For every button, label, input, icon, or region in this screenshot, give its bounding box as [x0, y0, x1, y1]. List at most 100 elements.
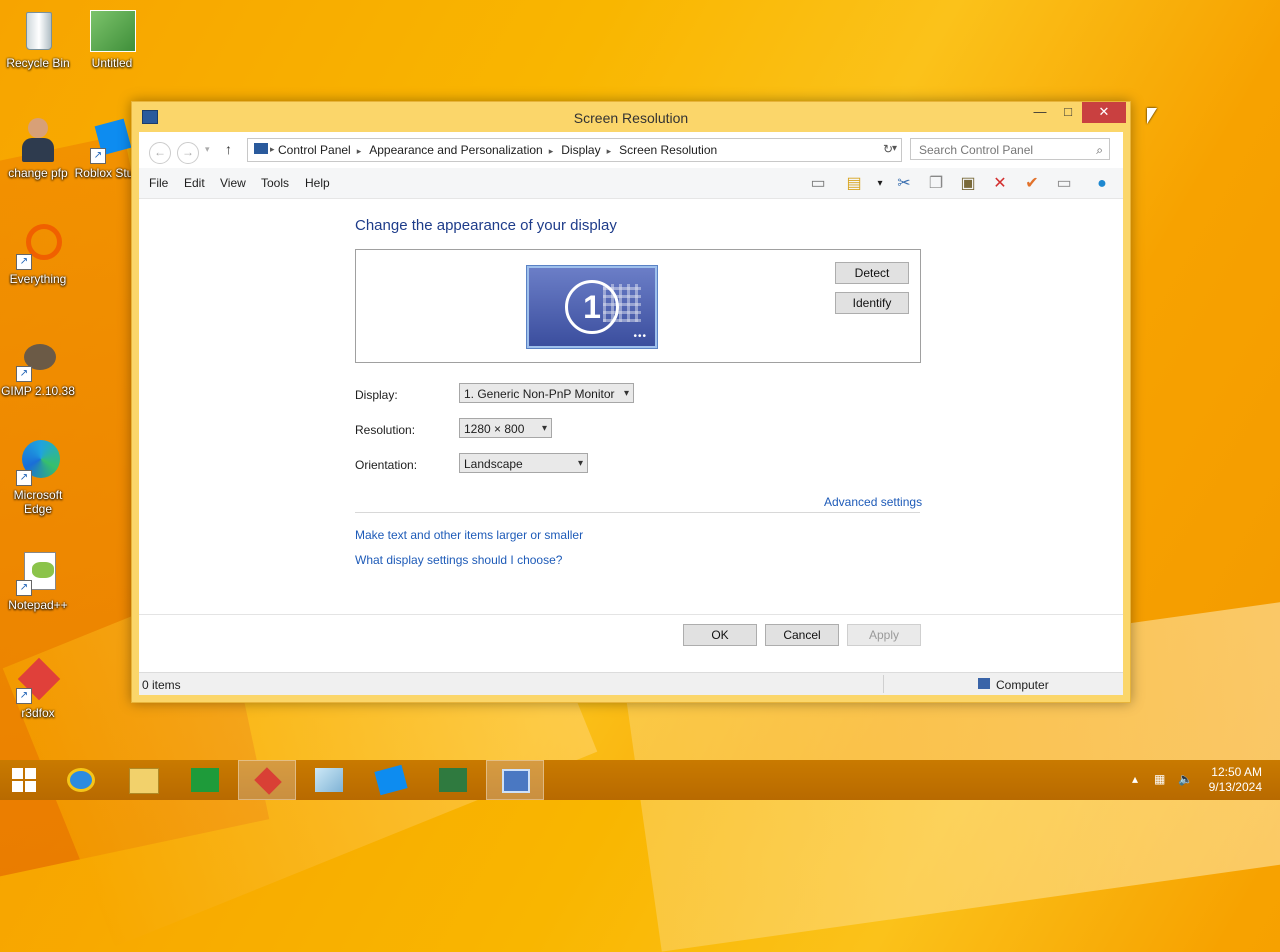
- copy-icon[interactable]: ❐: [925, 174, 947, 194]
- display-help-link[interactable]: What display settings should I choose?: [355, 553, 562, 567]
- screen-resolution-window: Screen Resolution — □ ✕ ← → ▾ ↑ ▸ Contro…: [131, 101, 1131, 703]
- window-title: Screen Resolution: [573, 110, 689, 126]
- apply-button[interactable]: Apply: [847, 624, 921, 646]
- recent-pages-chevron-icon[interactable]: ▾: [205, 144, 210, 155]
- checkmark-icon[interactable]: ✔: [1021, 174, 1043, 194]
- gimp-icon: ↗: [14, 334, 62, 382]
- divider: [139, 614, 1123, 615]
- detect-button[interactable]: Detect: [835, 262, 909, 284]
- up-arrow-icon[interactable]: ↑: [225, 141, 232, 157]
- orientation-label: Orientation:: [355, 458, 418, 472]
- chevron-down-icon: ▾: [541, 423, 547, 434]
- breadcrumb: Control Panel ▸ Appearance and Personaliza…: [278, 143, 723, 157]
- divider: [355, 512, 920, 513]
- everything-search-icon: ↗: [14, 222, 62, 270]
- taskbar-app[interactable]: [300, 760, 358, 800]
- chevron-right-icon: ▸: [548, 146, 554, 156]
- monitor-preview-panel: 1 ••• Detect Identify: [355, 249, 921, 363]
- search-input[interactable]: Search Control Panel ⌕: [910, 138, 1110, 160]
- properties-icon[interactable]: ▭: [1053, 174, 1075, 194]
- shortcut-arrow-icon: ↗: [16, 254, 32, 270]
- address-bar[interactable]: ▸ Control Panel ▸ Appearance and Personali…: [247, 138, 902, 162]
- breadcrumb-item[interactable]: Appearance and Personalization: [369, 143, 542, 157]
- taskbar-roblox-studio[interactable]: [362, 760, 420, 800]
- resolution-select[interactable]: 1280 × 800 ▾: [459, 418, 552, 438]
- desktop-icon-edge[interactable]: ↗ Microsoft Edge: [0, 438, 76, 516]
- r3dfox-icon: [254, 767, 282, 795]
- clock[interactable]: 12:50 AM 9/13/2024: [1209, 765, 1262, 795]
- display-label: Display:: [355, 388, 398, 402]
- recycle-bin-icon: [14, 6, 62, 54]
- roblox-studio-icon: [374, 764, 408, 796]
- menu-help[interactable]: Help: [305, 176, 330, 190]
- taskbar-project[interactable]: [424, 760, 482, 800]
- notepad-plus-plus-icon: ↗: [14, 548, 62, 596]
- back-arrow-icon[interactable]: ←: [149, 142, 171, 164]
- close-button[interactable]: ✕: [1082, 102, 1126, 123]
- desktop-icon-label: change pfp: [8, 166, 68, 180]
- title-bar[interactable]: Screen Resolution — □ ✕: [132, 102, 1130, 132]
- orientation-select[interactable]: Landscape ▾: [459, 453, 588, 473]
- taskbar-store[interactable]: [176, 760, 234, 800]
- desktop-icon-label: r3dfox: [21, 706, 55, 720]
- monitor-1-preview[interactable]: 1 •••: [527, 266, 657, 348]
- shortcut-arrow-icon: ↗: [16, 366, 32, 382]
- cancel-button[interactable]: Cancel: [765, 624, 839, 646]
- menu-view[interactable]: View: [220, 176, 246, 190]
- taskbar-r3dfox[interactable]: [238, 760, 296, 800]
- desktop-icon-label: Microsoft Edge: [13, 488, 63, 516]
- desktop-icon-notepadpp[interactable]: ↗ Notepad++: [0, 548, 76, 612]
- status-item-count: 0 items: [142, 678, 181, 692]
- desktop-icon-gimp[interactable]: ↗ GIMP 2.10.38: [0, 334, 76, 398]
- roblox-studio-icon: ↗: [88, 116, 136, 164]
- breadcrumb-item[interactable]: Screen Resolution: [619, 143, 717, 157]
- screen-resolution-icon: [502, 769, 530, 793]
- internet-explorer-icon: [67, 768, 95, 792]
- menu-edit[interactable]: Edit: [184, 176, 205, 190]
- dropdown-chevron-icon[interactable]: ▾: [869, 174, 891, 194]
- refresh-icon[interactable]: ↻: [877, 138, 899, 160]
- paste-icon[interactable]: ▣: [957, 174, 979, 194]
- minimize-button[interactable]: —: [1026, 102, 1054, 123]
- ok-button[interactable]: OK: [683, 624, 757, 646]
- maximize-button[interactable]: □: [1054, 102, 1082, 123]
- desktop-icon-everything[interactable]: ↗ Everything: [0, 222, 76, 286]
- taskbar-file-explorer[interactable]: [114, 760, 172, 800]
- store-icon: [191, 768, 219, 792]
- desktop-icon-label: Untitled: [91, 56, 133, 70]
- desktop-icon-r3dfox[interactable]: ↗ r3dfox: [0, 656, 76, 720]
- desktop-icon-label: Notepad++: [8, 598, 68, 612]
- forward-arrow-icon[interactable]: →: [177, 142, 199, 164]
- display-select[interactable]: 1. Generic Non-PnP Monitor ▾: [459, 383, 634, 403]
- display-select-value: 1. Generic Non-PnP Monitor: [464, 387, 615, 401]
- menu-tools[interactable]: Tools: [261, 176, 289, 190]
- cut-icon[interactable]: ✂: [893, 174, 915, 194]
- menu-file[interactable]: File: [149, 176, 168, 190]
- start-button[interactable]: [0, 760, 58, 800]
- shortcut-arrow-icon: ↗: [16, 470, 32, 486]
- breadcrumb-item[interactable]: Control Panel: [278, 143, 351, 157]
- advanced-settings-link[interactable]: Advanced settings: [824, 495, 922, 509]
- folder-icon: [129, 768, 159, 794]
- show-hidden-icons-chevron-icon[interactable]: ▴: [1132, 772, 1138, 786]
- chevron-right-icon: ▸: [606, 146, 612, 156]
- globe-icon[interactable]: ●: [1091, 174, 1113, 194]
- desktop-icon-recycle-bin[interactable]: Recycle Bin: [0, 6, 76, 70]
- search-placeholder: Search Control Panel: [919, 143, 1034, 157]
- identify-button[interactable]: Identify: [835, 292, 909, 314]
- menu-bar: File Edit View Tools Help ▭ ▤ ▾ ✂ ❐ ▣ ✕ …: [139, 168, 1123, 199]
- volume-muted-icon[interactable]: 🔈: [1178, 772, 1193, 786]
- orientation-select-value: Landscape: [464, 457, 523, 471]
- layout-pane-icon[interactable]: ▭: [807, 174, 829, 194]
- breadcrumb-item[interactable]: Display: [561, 143, 600, 157]
- taskbar-internet-explorer[interactable]: [52, 760, 110, 800]
- taskbar-screen-resolution[interactable]: [486, 760, 544, 800]
- folder-check-icon[interactable]: ▤: [843, 174, 865, 194]
- search-icon[interactable]: ⌕: [1096, 139, 1103, 161]
- network-icon[interactable]: ▦: [1154, 772, 1165, 786]
- text-size-link[interactable]: Make text and other items larger or smal…: [355, 528, 583, 542]
- delete-icon[interactable]: ✕: [989, 174, 1011, 194]
- desktop-icon-change-pfp[interactable]: change pfp: [0, 116, 76, 180]
- monitor-number: 1: [565, 280, 619, 334]
- desktop-icon-untitled[interactable]: Untitled: [74, 6, 150, 70]
